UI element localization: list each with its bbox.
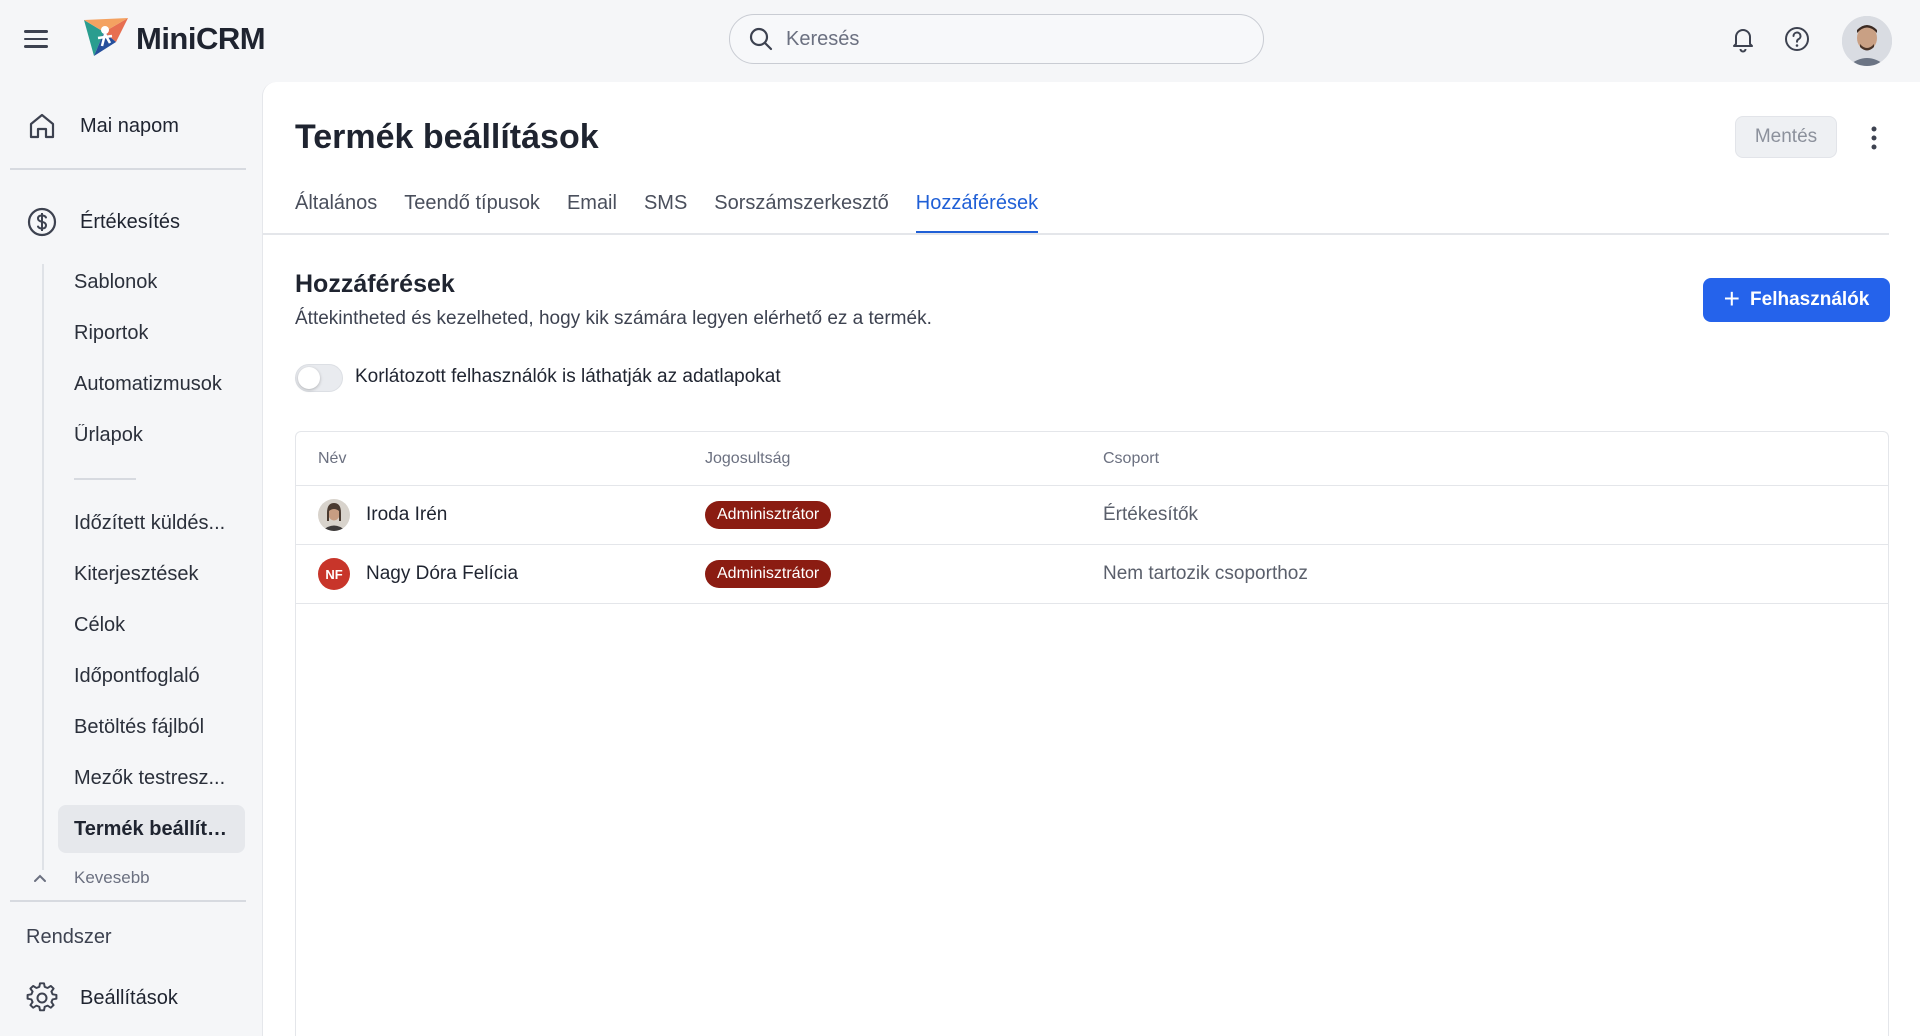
group-cell: Értékesítők (1103, 504, 1199, 525)
sidebar: Mai napom Értékesítés Sablonok Riportok … (0, 80, 262, 1036)
sidebar-item-sales[interactable]: Értékesítés (10, 192, 246, 252)
user-photo-icon (1842, 16, 1892, 66)
toggle-knob (298, 367, 320, 389)
column-header-permission[interactable]: Jogosultság (705, 450, 790, 468)
sidebar-item-automations[interactable]: Automatizmusok (58, 360, 245, 408)
help-icon[interactable] (1782, 24, 1812, 54)
user-cell: NF Nagy Dóra Felícia (318, 545, 518, 603)
restricted-users-toggle-label: Korlátozott felhasználók is láthatják az… (355, 366, 781, 387)
search-input[interactable] (786, 27, 1226, 51)
user-avatar[interactable] (1842, 16, 1892, 66)
main-panel: Termék beállítások Mentés Általános Teen… (262, 82, 1920, 1036)
column-header-name[interactable]: Név (318, 450, 346, 468)
table-header: Név Jogosultság Csoport (296, 432, 1888, 486)
user-avatar (318, 499, 350, 531)
search-icon (749, 27, 773, 51)
section-title: Hozzáférések (295, 270, 455, 298)
dollar-circle-icon (27, 207, 57, 237)
kebab-menu-icon (1871, 126, 1877, 150)
sidebar-item-label: Értékesítés (80, 210, 181, 233)
plus-icon: + (1723, 282, 1741, 314)
access-table: Név Jogosultság Csoport Iroda Irén Admin… (295, 431, 1889, 1036)
chevron-up-icon (34, 874, 46, 882)
tab-access[interactable]: Hozzáférések (915, 192, 1039, 234)
show-less-toggle[interactable]: Kevesebb (30, 864, 150, 892)
sidebar-item-home[interactable]: Mai napom (10, 96, 246, 156)
page-title: Termék beállítások (295, 118, 599, 156)
top-bar: MiniCRM (0, 0, 1920, 80)
role-cell: Adminisztrátor (705, 486, 832, 544)
sidebar-divider (10, 900, 246, 902)
table-row[interactable]: Iroda Irén Adminisztrátor Értékesítők (296, 486, 1888, 545)
add-users-label: Felhasználók (1750, 289, 1870, 310)
tab-general[interactable]: Általános (295, 192, 377, 234)
app-name: MiniCRM (136, 21, 266, 56)
sidebar-item-label: Mai napom (80, 114, 179, 137)
sidebar-item-fields[interactable]: Mezők testresz... (58, 754, 245, 802)
sidebar-item-product-settings[interactable]: Termék beállítá... (58, 805, 245, 853)
sidebar-item-label: Beállítások (80, 986, 178, 1009)
gear-icon (26, 982, 58, 1012)
sidebar-item-settings[interactable]: Beállítások (10, 968, 246, 1028)
sidebar-divider (74, 478, 136, 480)
tab-numbering[interactable]: Sorszámszerkesztő (714, 192, 889, 234)
minicrm-logo-icon (84, 18, 128, 56)
add-users-button[interactable]: + Felhasználók (1703, 278, 1890, 322)
user-name: Iroda Irén (366, 504, 448, 525)
role-badge: Adminisztrátor (705, 501, 832, 529)
home-icon (29, 113, 55, 139)
role-cell: Adminisztrátor (705, 545, 832, 603)
user-cell: Iroda Irén (318, 486, 447, 544)
sidebar-item-scheduled-sending[interactable]: Időzített küldés... (58, 499, 245, 547)
sidebar-section-system: Rendszer (26, 926, 112, 948)
save-button[interactable]: Mentés (1735, 116, 1837, 158)
sidebar-item-templates[interactable]: Sablonok (58, 258, 245, 306)
sidebar-item-extensions[interactable]: Kiterjesztések (58, 550, 245, 598)
user-photo-icon (318, 499, 350, 531)
tab-email[interactable]: Email (567, 192, 617, 234)
tab-sms[interactable]: SMS (644, 192, 687, 234)
sidebar-item-import[interactable]: Betöltés fájlból (58, 703, 245, 751)
sidebar-item-booking[interactable]: Időpontfoglaló (58, 652, 245, 700)
user-initials-avatar: NF (318, 558, 350, 590)
tabs-divider (263, 233, 1889, 235)
restricted-users-toggle[interactable] (295, 364, 343, 392)
menu-icon[interactable] (24, 26, 54, 52)
sidebar-tree-line (42, 264, 44, 870)
sidebar-item-goals[interactable]: Célok (58, 601, 245, 649)
user-name: Nagy Dóra Felícia (366, 563, 519, 584)
tab-bar: Általános Teendő típusok Email SMS Sorsz… (295, 192, 1065, 234)
role-badge: Adminisztrátor (705, 560, 832, 588)
section-description: Áttekintheted és kezelheted, hogy kik sz… (295, 308, 932, 329)
sidebar-item-reports[interactable]: Riportok (58, 309, 245, 357)
more-options-button[interactable] (1859, 120, 1889, 156)
tab-task-types[interactable]: Teendő típusok (404, 192, 540, 234)
table-row[interactable]: NF Nagy Dóra Felícia Adminisztrátor Nem … (296, 545, 1888, 604)
notification-bell-icon[interactable] (1728, 24, 1758, 54)
sidebar-item-forms[interactable]: Űrlapok (58, 411, 245, 459)
column-header-group[interactable]: Csoport (1103, 450, 1159, 468)
app-logo[interactable]: MiniCRM (82, 16, 266, 62)
search-box[interactable] (729, 14, 1264, 64)
show-less-label: Kevesebb (74, 868, 150, 887)
group-cell: Nem tartozik csoporthoz (1103, 563, 1308, 584)
sidebar-divider (10, 168, 246, 170)
